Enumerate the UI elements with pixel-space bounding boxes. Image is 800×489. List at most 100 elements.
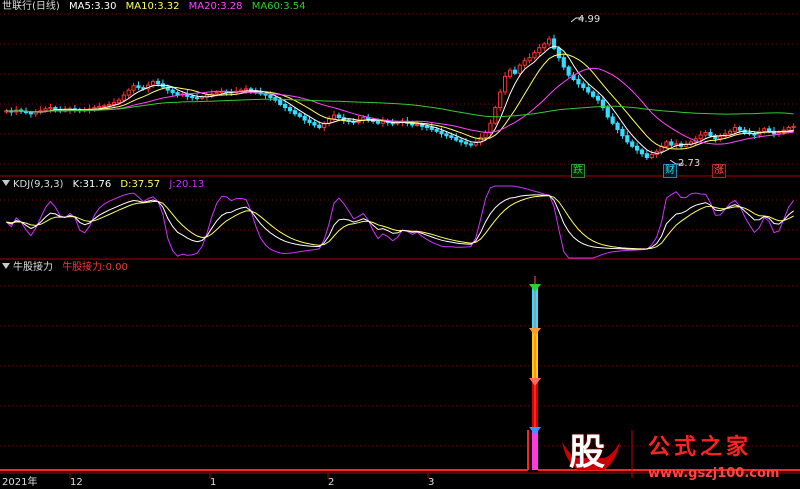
grid [0,13,800,474]
high-price-marker: 4.99 [578,14,601,25]
candle-body [532,52,537,59]
candle-body [444,133,449,137]
candle-body [102,105,107,108]
ma60-label: MA60: [251,1,284,12]
x-tick-label: 12 [70,477,83,488]
candle-body [97,105,102,109]
x-tick-label: 1 [210,477,217,488]
candle-body [292,110,297,115]
candle-body [107,103,112,107]
low-price-marker: 2.73 [678,158,701,169]
candle-body [732,127,737,132]
d-value: 37.57 [131,179,161,190]
tag-zhang: 涨 [712,164,726,178]
candle-body [307,119,312,124]
ma10-label: MA10: [125,1,158,12]
collapse-triangle-icon[interactable] [2,263,10,269]
watermark-url: www.gszj100.com [648,466,780,481]
candle-body [718,135,723,140]
candle-body [116,99,121,104]
candle-body [283,103,288,109]
candle-body [698,134,703,140]
candle-body [649,153,654,159]
candle-body [727,130,733,135]
candle-body [767,128,772,132]
candle-body [547,38,552,45]
candle-body [170,89,175,94]
candle-body [43,108,48,112]
candle-body [195,97,200,100]
ma5-label: MA5: [69,1,95,12]
candle-body [605,107,610,118]
candle-body [312,122,317,126]
candle-body [644,153,649,159]
tag-die: 跌 [571,164,585,178]
candle-body [703,132,708,136]
candle-body [131,85,136,91]
k-value: 31.76 [82,179,112,190]
ma60-line [6,98,794,118]
candle-body [512,69,517,74]
candle-body [424,125,429,129]
candle-body [190,95,195,99]
candle-body [415,123,420,126]
ma10-value: 3.32 [157,1,180,12]
kdj-title: KDJ(9,3,3) [13,179,64,190]
candle-body [674,143,679,146]
candle-body [136,85,141,89]
candle-body [527,57,532,62]
candle-body [610,116,615,124]
x-tick-label: 2 [328,477,335,488]
candle-body [327,118,332,124]
watermark-site-name: 公式之家 [648,435,753,460]
ma60-value: 3.54 [283,1,306,12]
candle-body [278,99,283,105]
kdj-k-line [6,194,794,250]
candle-body [297,113,302,117]
candle-body [336,114,341,119]
price-panel [4,17,796,165]
candle-body [503,75,508,93]
candle-body [561,57,566,68]
x-tick-label: 2021年 [2,477,38,488]
kdj-j-line [6,185,795,259]
candle-body [737,127,742,131]
candle-body [121,94,126,101]
kdj-panel [6,185,795,259]
candle-body [287,107,293,112]
candle-body [111,102,117,105]
candle-body [463,141,469,145]
candle-body [776,132,781,135]
candle-body [581,83,586,89]
candle-body [639,149,645,155]
candle-body [669,141,674,146]
indicator-series-label: 牛股接力: [62,262,106,273]
candle-body [214,92,219,95]
candle-body [615,122,620,130]
candle-body [630,141,635,147]
candle-body [522,60,527,66]
candle-body [635,145,640,151]
candle-body [488,122,493,134]
candle-body [556,47,561,59]
ma20-line [6,67,794,145]
relay-marker-blue [529,427,541,435]
kdj-panel-header: KDJ(9,3,3) K:31.76 D:37.57 J:20.13 [2,179,204,191]
candle-body [126,89,131,96]
candle-body [507,69,513,77]
watermark-logo-char: 股 [569,432,606,473]
candle-body [708,132,713,137]
indicator-series-value: 0.00 [105,262,128,273]
candle-body [498,91,503,109]
d-label: D: [120,179,132,190]
candle-body [537,47,542,54]
candle-body [483,132,488,139]
candle-body [155,80,161,85]
price-panel-header: 世联行(日线) MA5:3.30 MA10:3.32 MA20:3.28 MA6… [2,1,306,13]
candle-body [28,112,33,115]
candle-body [566,66,571,76]
collapse-triangle-icon[interactable] [2,180,10,186]
tag-cai: 财 [663,164,677,178]
stock-title: 世联行(日线) [2,1,60,12]
candle-body [542,43,547,49]
